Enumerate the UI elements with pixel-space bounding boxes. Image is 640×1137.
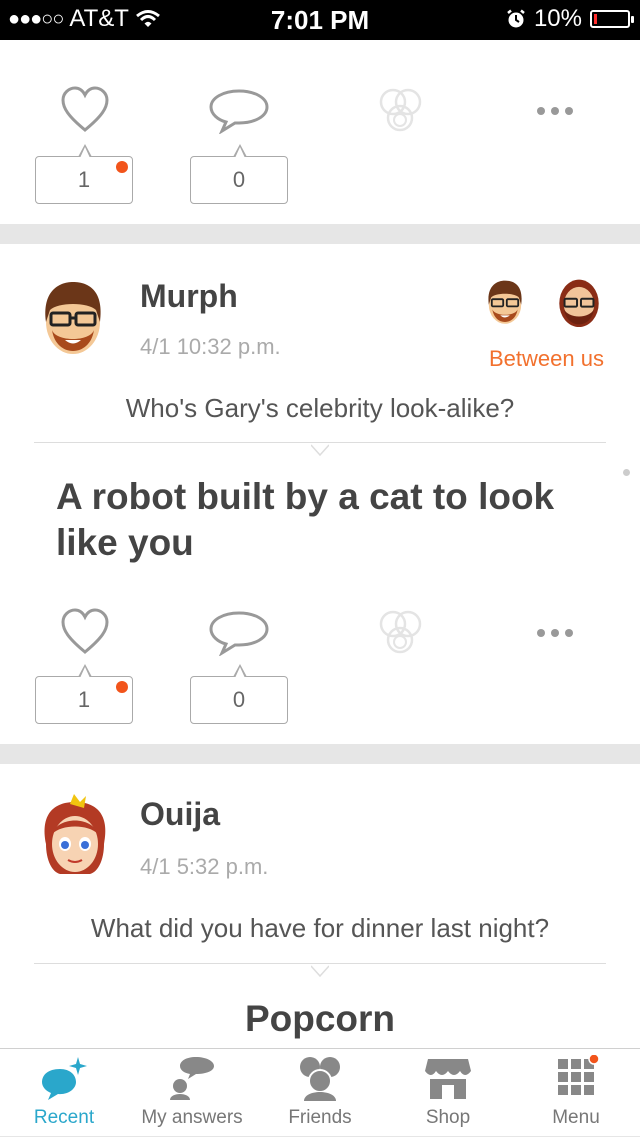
like-count-box[interactable]: 1 [35, 664, 133, 724]
post-date: 4/1 5:32 p.m. [140, 854, 269, 879]
battery-icon [590, 10, 634, 28]
post-card: 1 0 [0, 40, 640, 224]
comment-count: 0 [232, 687, 246, 712]
menu-grid-icon [558, 1055, 600, 1095]
more-options-icon[interactable] [536, 106, 574, 116]
tab-label: Menu [552, 1107, 600, 1128]
tab-shop[interactable]: Shop [384, 1049, 512, 1137]
tab-bar: Recent My answers Friends Shop Menu [0, 1048, 640, 1136]
status-bar: ●●●○○ AT&T 7:01 PM 10% [0, 0, 640, 40]
scroll-indicator [623, 469, 630, 476]
comment-bubble-icon[interactable] [208, 88, 270, 134]
more-options-icon[interactable] [536, 628, 574, 638]
group-icon [379, 88, 422, 132]
post-card: Murph 4/1 10:32 p.m. Between us Who's Ga… [0, 244, 640, 744]
like-count: 1 [77, 167, 91, 192]
like-count: 1 [77, 687, 91, 712]
author-name[interactable]: Ouija [140, 796, 220, 833]
notification-dot [116, 161, 128, 173]
question-text[interactable]: Who's Gary's celebrity look-alike? [0, 393, 640, 424]
tab-recent[interactable]: Recent [0, 1049, 128, 1137]
avatar[interactable] [38, 280, 108, 362]
friends-icon [300, 1057, 340, 1101]
comment-bubble-icon[interactable] [208, 610, 270, 656]
chevron-down-icon [311, 965, 329, 978]
chevron-down-icon [311, 444, 329, 457]
tab-label: Friends [288, 1107, 352, 1128]
recipient-avatar [488, 280, 522, 324]
comment-count: 0 [232, 167, 246, 192]
post-date: 4/1 10:32 p.m. [140, 334, 281, 359]
tab-my-answers[interactable]: My answers [128, 1049, 256, 1137]
group-icon [379, 610, 422, 654]
comment-count-box[interactable]: 0 [190, 144, 288, 204]
like-heart-icon[interactable] [60, 86, 110, 134]
recipient-avatar [559, 279, 599, 327]
comment-count-box[interactable]: 0 [190, 664, 288, 724]
notification-dot [116, 681, 128, 693]
tab-menu[interactable]: Menu [512, 1049, 640, 1137]
avatar[interactable] [40, 794, 110, 878]
battery-percentage: 10% [533, 5, 582, 32]
tab-label: Shop [425, 1107, 471, 1128]
post-actions: 1 0 [0, 84, 640, 254]
alarm-icon [507, 9, 525, 28]
post-actions: 1 0 [0, 606, 640, 776]
shop-icon [425, 1059, 471, 1099]
audience-label: Between us [489, 346, 604, 371]
post-card: Ouija 4/1 5:32 p.m. What did you have fo… [0, 764, 640, 1048]
author-name[interactable]: Murph [140, 278, 238, 315]
tab-friends[interactable]: Friends [256, 1049, 384, 1137]
tab-label: Recent [33, 1107, 95, 1128]
my-answers-icon [170, 1057, 214, 1100]
status-right: 10% [506, 5, 634, 33]
like-count-box[interactable]: 1 [35, 144, 133, 204]
answer-text[interactable]: A robot built by a cat to look like you [56, 474, 616, 566]
question-text[interactable]: What did you have for dinner last night? [0, 913, 640, 944]
recent-bubble-icon [42, 1057, 87, 1100]
tab-label: My answers [141, 1107, 243, 1128]
answer-text[interactable]: Popcorn [0, 996, 640, 1042]
like-heart-icon[interactable] [60, 608, 110, 656]
